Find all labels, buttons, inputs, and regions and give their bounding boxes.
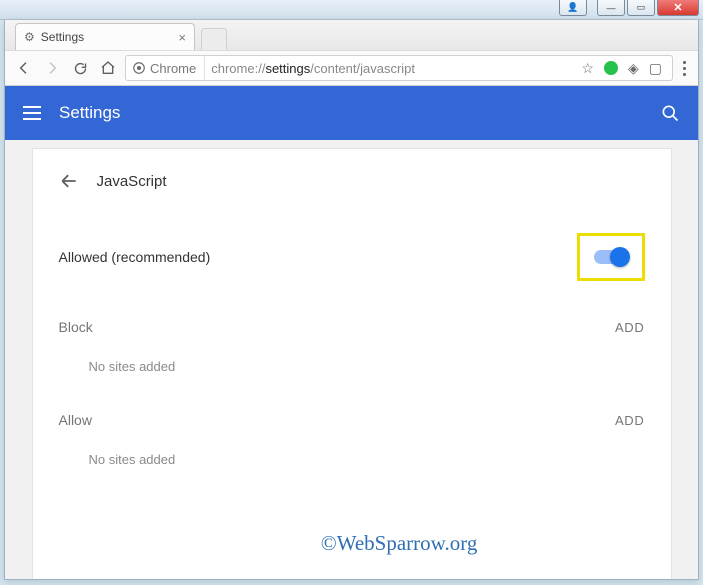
home-button[interactable] [97,57,119,79]
secure-label: Chrome [150,61,196,76]
extension-diamond-icon[interactable]: ◈ [628,60,639,77]
chrome-icon [132,61,146,75]
omnibox-actions: ☆ ◈ ▢ [577,60,666,77]
back-button[interactable] [13,57,35,79]
close-icon[interactable]: × [178,30,186,45]
watermark-text: ©WebSparrow.org [321,531,478,556]
url-host: settings [265,61,310,76]
window-maximize-button[interactable]: ▭ [627,0,655,16]
allow-label: Allow [59,412,92,428]
browser-tab[interactable]: ⚙ Settings × [15,23,195,50]
star-icon[interactable]: ☆ [581,60,594,77]
toggle-knob [610,247,630,267]
new-tab-button[interactable] [201,28,227,50]
window-user-button[interactable]: 👤 [559,0,587,16]
content-area: JavaScript Allowed (recommended) Block A… [5,140,698,579]
block-section-header: Block ADD [59,309,645,345]
toggle-highlight-box [577,233,645,281]
browser-window: ⚙ Settings × Chrome chrome://settings/co… [4,20,699,580]
browser-menu-button[interactable] [679,61,690,76]
page-title: JavaScript [97,173,167,190]
forward-button [41,57,63,79]
search-icon[interactable] [660,103,680,123]
allow-add-button[interactable]: ADD [615,413,645,428]
window-titlebar: 👤 — ▭ ✕ [0,0,703,20]
allow-empty-message: No sites added [59,438,645,495]
url-scheme: chrome:// [211,61,265,76]
url-text[interactable]: chrome://settings/content/javascript [211,61,571,76]
tab-title: Settings [41,30,173,44]
tab-strip: ⚙ Settings × [5,20,698,50]
reload-button[interactable] [69,57,91,79]
back-arrow-icon[interactable] [59,171,79,191]
gear-icon: ⚙ [24,30,35,44]
address-bar[interactable]: Chrome chrome://settings/content/javascr… [125,55,673,81]
settings-title: Settings [59,103,642,123]
extension-square-icon[interactable]: ▢ [649,60,662,77]
block-add-button[interactable]: ADD [615,320,645,335]
block-empty-message: No sites added [59,345,645,402]
settings-header: Settings [5,86,698,140]
allow-section-header: Allow ADD [59,402,645,438]
url-path: /content/javascript [310,61,415,76]
window-close-button[interactable]: ✕ [657,0,699,16]
javascript-toggle[interactable] [594,250,628,264]
block-label: Block [59,319,93,335]
settings-card: JavaScript Allowed (recommended) Block A… [32,148,672,579]
browser-toolbar: Chrome chrome://settings/content/javascr… [5,50,698,86]
hamburger-icon[interactable] [23,106,41,120]
allowed-row: Allowed (recommended) [59,223,645,291]
site-info-chip[interactable]: Chrome [132,56,205,80]
allowed-label: Allowed (recommended) [59,249,211,265]
page-header: JavaScript [59,171,645,191]
extension-green-icon[interactable] [604,61,618,75]
window-minimize-button[interactable]: — [597,0,625,16]
